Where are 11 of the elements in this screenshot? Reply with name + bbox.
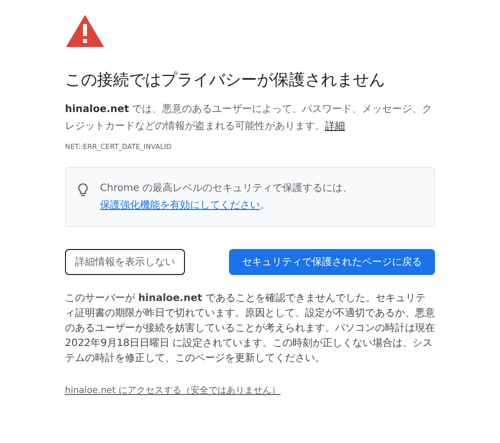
page-heading: この接続ではプライバシーが保護されません xyxy=(65,70,386,91)
enhanced-protection-link[interactable]: 保護強化機能を有効にしてください xyxy=(100,200,260,211)
warning-message: hinaloe.net では、悪意のあるユーザーによって、パスワード、メッセージ、クレジットカードなどの情報が盗まれる可能性があります。詳細 xyxy=(65,102,434,134)
back-to-safety-button[interactable]: セキュリティで保護されたページに戻る xyxy=(229,249,435,275)
details-link[interactable]: 詳細 xyxy=(325,121,345,132)
hide-details-button[interactable]: 詳細情報を表示しない xyxy=(65,249,185,275)
tip-text: Chrome の最高レベルのセキュリティで保護するには、 保護強化機能を有効にしてください。 xyxy=(100,182,354,213)
warning-icon xyxy=(65,14,105,48)
proceed-link[interactable]: hinaloe.net にアクセスする（安全ではありません） xyxy=(65,384,280,397)
details-text: このサーバーが hinaloe.net であることを確認できませんでした。セキュリティ証明書の期限が昨日で切れています。原因として、設定が不適切であるか、悪意のあるユーザーが接続を妨害していることが考えられます。パソコンの時計は現在 2022年9月18日日曜日 に設定されています。この時刻が正しくない場合は、システムの時計を修正して、このページを更新してください。 xyxy=(65,292,435,366)
lightbulb-icon xyxy=(78,183,88,197)
